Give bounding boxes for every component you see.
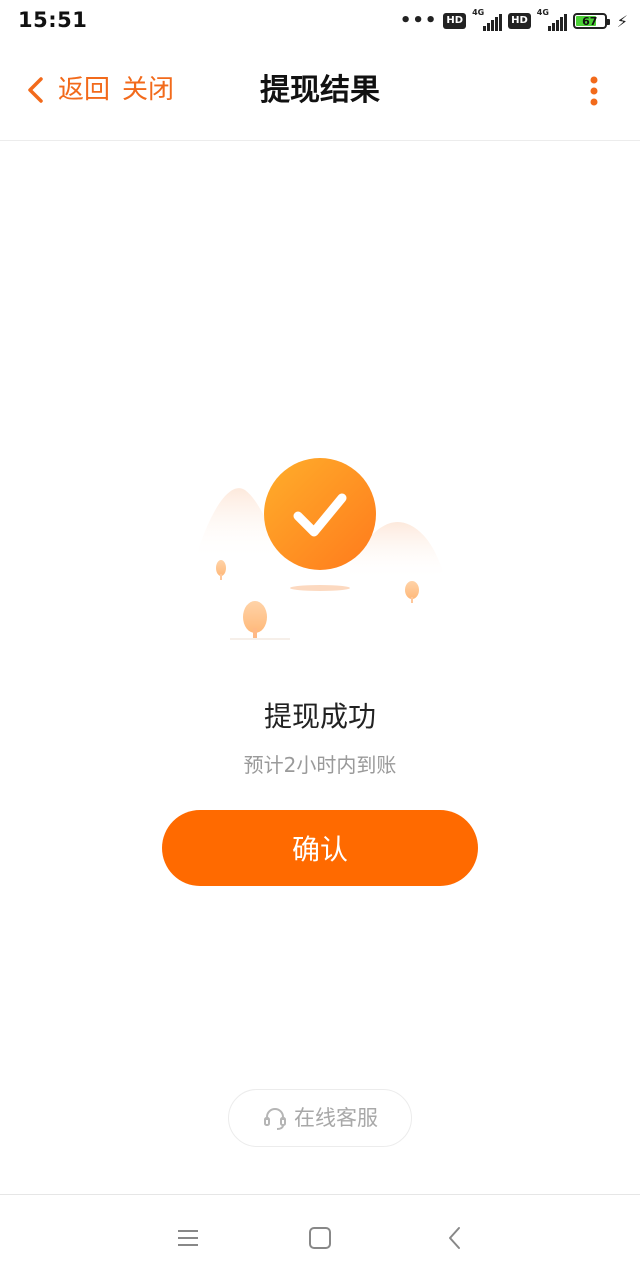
signal-icon: 4G	[537, 8, 567, 31]
navigation-bar: 返回 关闭 提现结果	[0, 44, 640, 141]
confirm-button[interactable]: 确认	[162, 810, 478, 886]
battery-level: 67	[582, 15, 598, 28]
system-nav-bar	[0, 1194, 640, 1281]
status-bar: 15:51 ••• HD 4G HD 4G 67 ⚡	[0, 0, 640, 44]
result-title: 提现成功	[263, 700, 376, 733]
hd-badge: HD	[443, 13, 467, 29]
headset-icon	[264, 1108, 286, 1130]
online-support-button[interactable]: 在线客服	[228, 1089, 412, 1147]
hd-badge: HD	[508, 13, 531, 29]
success-illustration	[190, 458, 450, 650]
status-time: 15:51	[18, 8, 88, 32]
notification-dots-icon: •••	[399, 10, 438, 31]
support-label: 在线客服	[294, 1106, 378, 1130]
battery-icon: 67	[572, 13, 610, 29]
check-circle-icon	[264, 458, 376, 570]
page-title: 提现结果	[260, 73, 380, 108]
signal-icon: 4G	[472, 8, 503, 31]
menu-icon[interactable]	[173, 1223, 203, 1253]
back-triangle-icon[interactable]	[440, 1223, 470, 1253]
more-vertical-icon[interactable]	[590, 76, 598, 106]
home-square-icon[interactable]	[305, 1223, 335, 1253]
charging-icon: ⚡	[616, 11, 628, 31]
status-icons: ••• HD 4G HD 4G 67 ⚡	[399, 8, 628, 32]
result-subtitle: 预计2小时内到账	[243, 753, 397, 777]
